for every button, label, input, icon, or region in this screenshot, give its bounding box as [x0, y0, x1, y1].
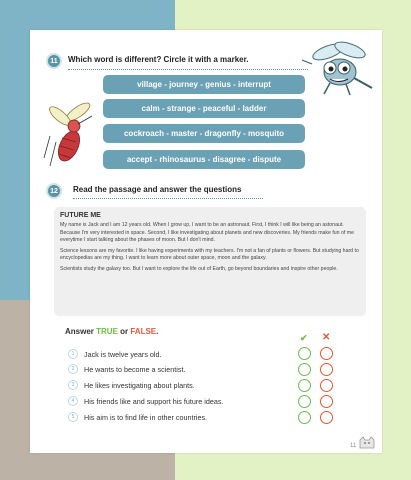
- worksheet-page: 11 Which word is different? Circle it wi…: [30, 30, 382, 453]
- word-row-1: village - journey - genius - interrupt: [103, 75, 305, 94]
- passage-paragraph-1: My name is Jack and I am 12 years old. W…: [60, 222, 354, 244]
- statement-2-text: He wants to become a scientist.: [84, 365, 186, 374]
- task-11-badge: 11: [46, 53, 62, 69]
- statement-3-text: He likes investigating about plants.: [84, 381, 195, 390]
- dragonfly-illustration: [301, 41, 373, 96]
- or-word: or: [117, 327, 131, 336]
- mosquito-illustration: [43, 102, 93, 167]
- statement-4-number: 4: [68, 396, 78, 406]
- false-word: FALSE: [130, 327, 157, 336]
- true-word: TRUE: [96, 327, 118, 336]
- statement-5-text: His aim is to find life in other countri…: [84, 413, 208, 422]
- task-11-title: Which word is different? Circle it with …: [68, 55, 249, 64]
- statement-2-number: 2: [68, 364, 78, 374]
- passage-paragraph-3: Scientists study the galaxy too. But I w…: [60, 265, 338, 272]
- statement-2-true-circle[interactable]: [298, 363, 311, 376]
- statement-3-false-circle[interactable]: [320, 379, 333, 392]
- passage-paragraph-2: Science lessons are my favorite. I like …: [60, 247, 359, 262]
- heading-period: .: [156, 327, 159, 336]
- task-12-badge: 12: [46, 183, 62, 199]
- statement-4-text: His friends like and support his future …: [84, 397, 224, 406]
- heading-prefix: Answer: [65, 327, 97, 336]
- word-row-2: calm - strange - peaceful - ladder: [103, 99, 305, 118]
- statement-5-true-circle[interactable]: [298, 411, 311, 424]
- word-row-4: accept - rhinosaurus - disagree - disput…: [103, 150, 305, 169]
- statement-5-number: 5: [68, 412, 78, 422]
- task-12-title: Read the passage and answer the question…: [73, 185, 242, 194]
- statement-1-text: Jack is twelve years old.: [84, 350, 162, 359]
- check-mark-icon: ✔: [300, 333, 308, 343]
- statement-1-number: 1: [68, 349, 78, 359]
- statement-4-true-circle[interactable]: [298, 395, 311, 408]
- task-12-dotted-line: [73, 198, 263, 199]
- cross-mark-icon: ✕: [322, 332, 331, 343]
- passage-title: FUTURE ME: [60, 212, 101, 219]
- statement-1-false-circle[interactable]: [320, 347, 333, 360]
- statement-3-true-circle[interactable]: [298, 379, 311, 392]
- statement-3-number: 3: [68, 380, 78, 390]
- task-11-dotted-line: [68, 69, 308, 70]
- statement-4-false-circle[interactable]: [320, 395, 333, 408]
- page-number: 11: [350, 443, 357, 449]
- statement-1-true-circle[interactable]: [298, 347, 311, 360]
- statement-2-false-circle[interactable]: [320, 363, 333, 376]
- cat-doodle-icon: [359, 436, 375, 449]
- true-false-heading: Answer TRUE or FALSE.: [65, 327, 158, 336]
- word-row-3: cockroach - master - dragonfly - mosquit…: [103, 124, 305, 143]
- statement-5-false-circle[interactable]: [320, 411, 333, 424]
- reading-passage: FUTURE ME My name is Jack and I am 12 ye…: [54, 207, 366, 316]
